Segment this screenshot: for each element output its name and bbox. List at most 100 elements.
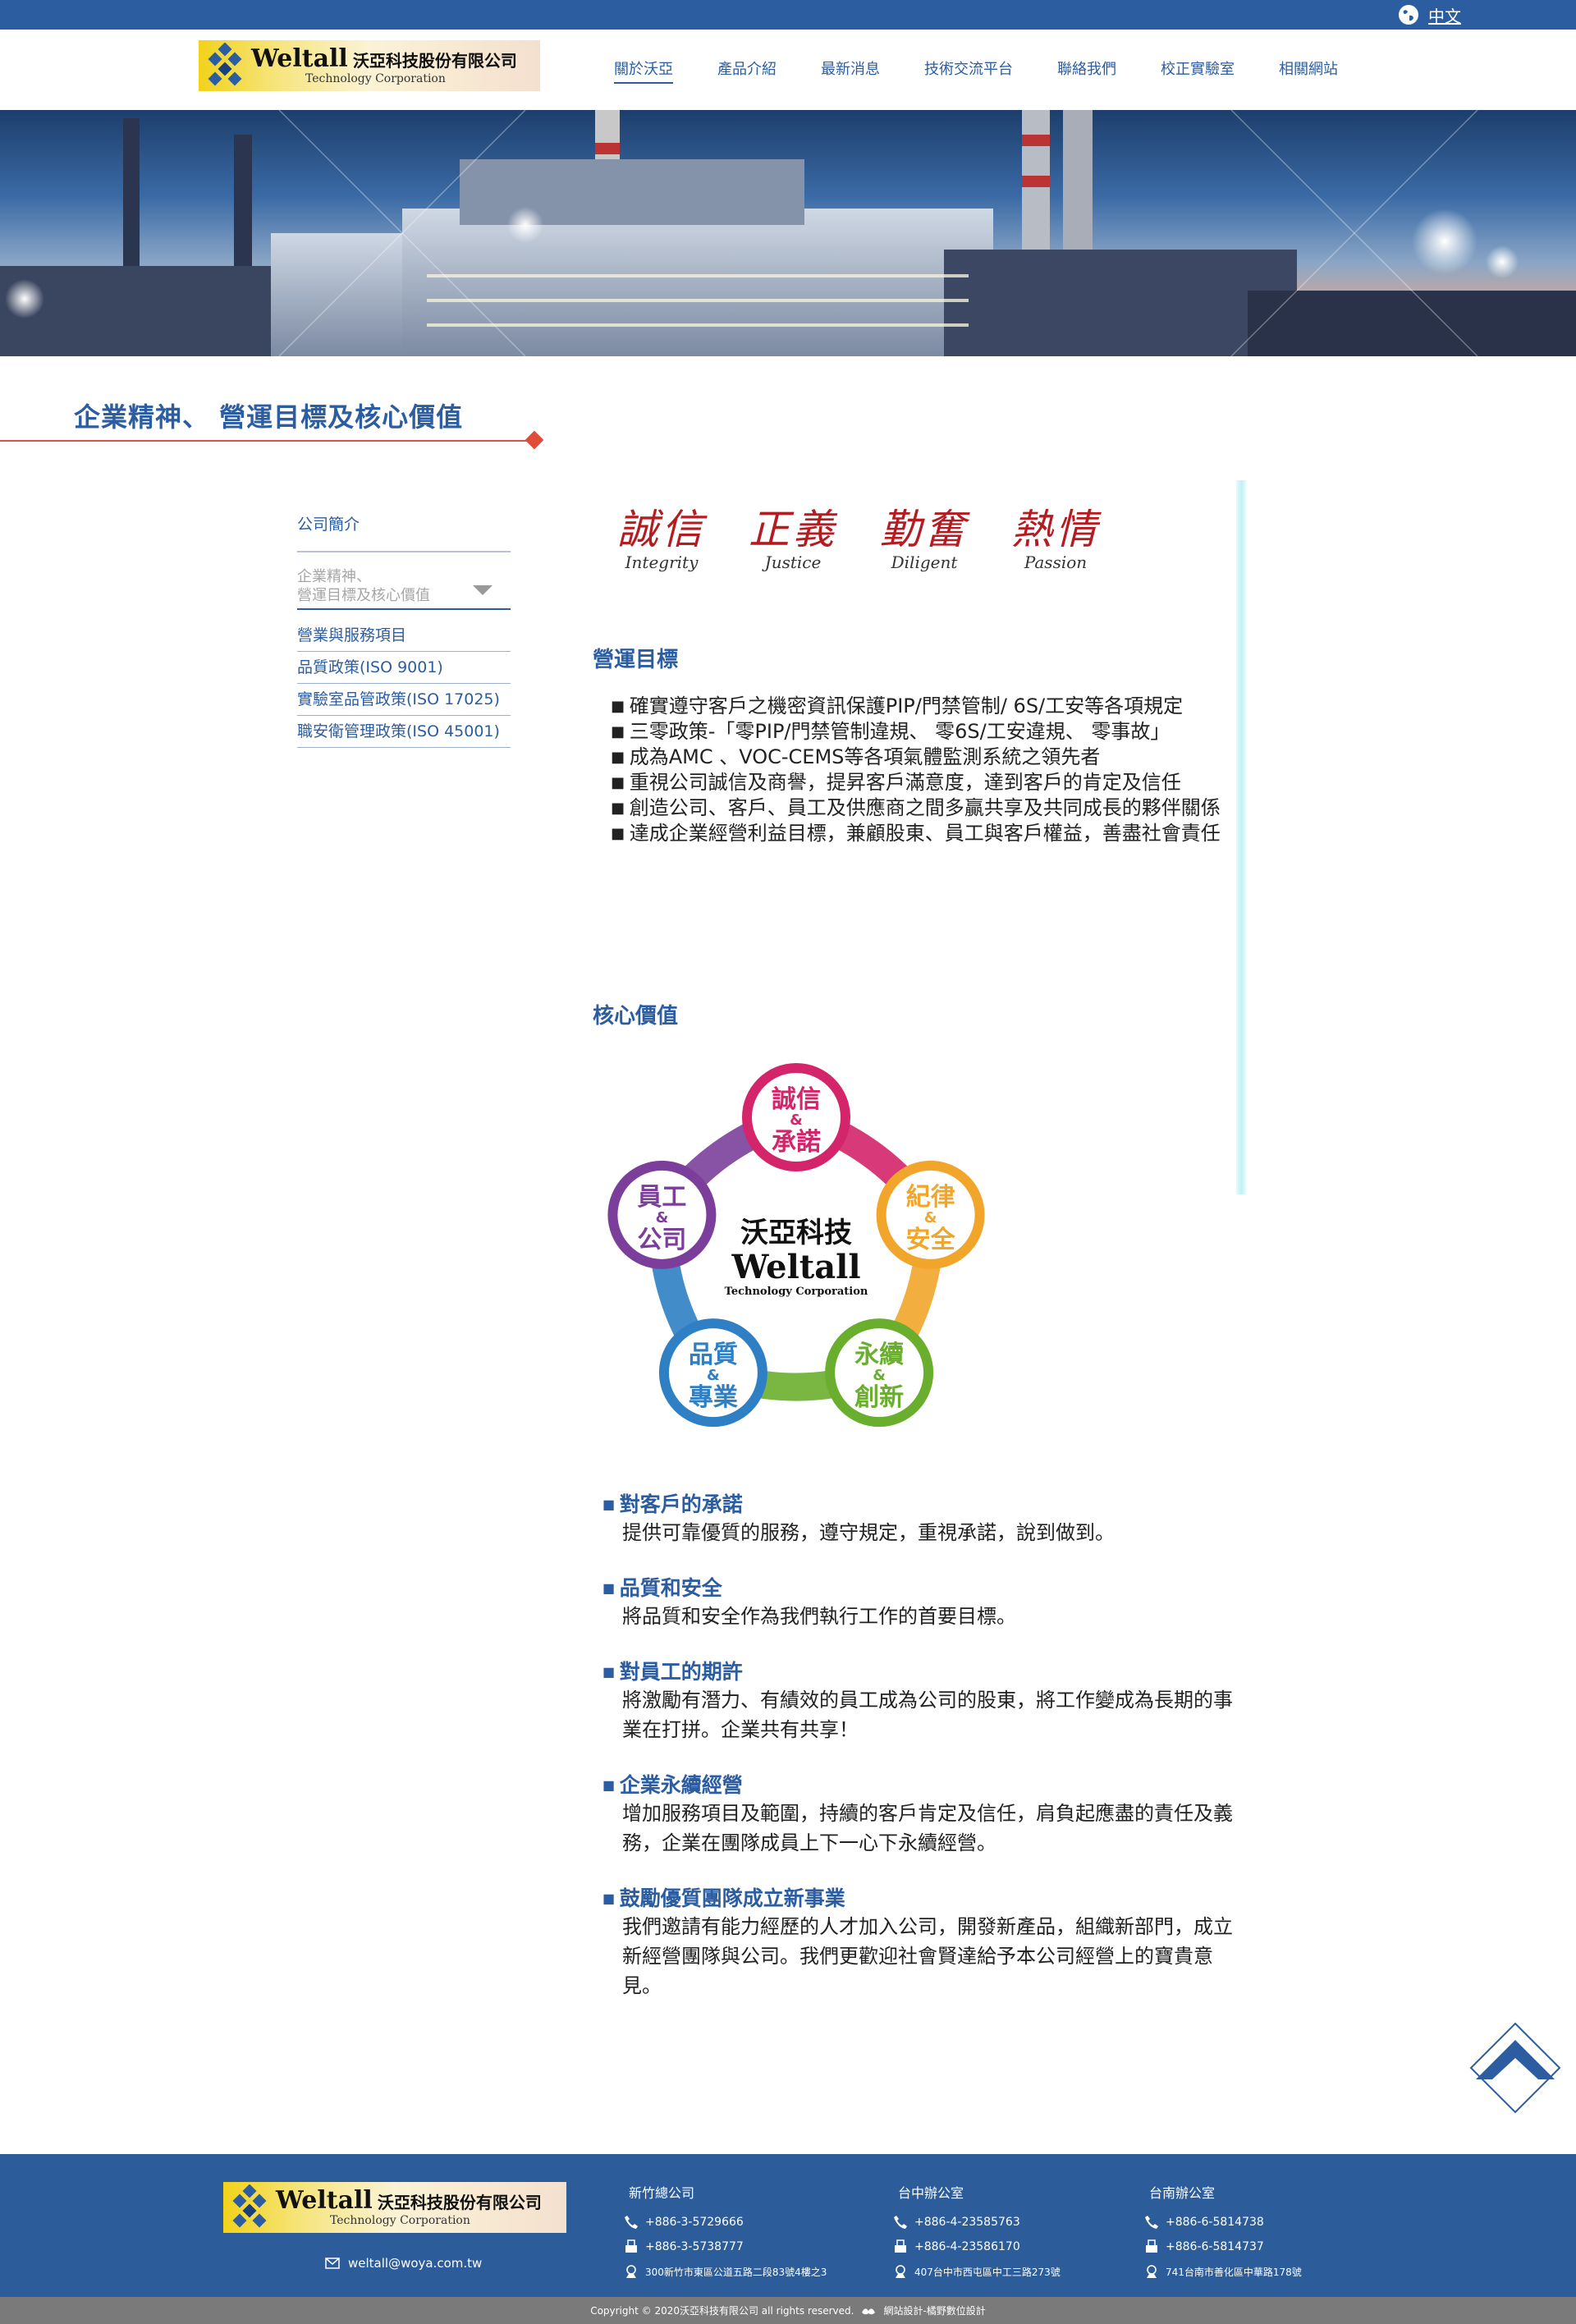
logo-chinese-name: 沃亞科技股份有限公司 — [352, 51, 517, 71]
cycle-node-top-label: 員工 — [637, 1183, 686, 1212]
office-address: 741台南市善化區中華路178號 — [1144, 2259, 1302, 2284]
location-icon — [1147, 2265, 1157, 2278]
cycle-node-amp: & — [790, 1112, 803, 1129]
language-label[interactable]: 中文 — [1428, 3, 1461, 27]
value-cn: 正義 — [749, 506, 837, 553]
office-phone[interactable]: +886-3-5729666 — [624, 2210, 827, 2235]
office-phone[interactable]: +886-4-23585763 — [893, 2210, 1061, 2235]
core-values-cycle-diagram: 誠信&承諾紀律&安全永續&創新品質&專業員工&公司 沃亞科技WeltallTech… — [607, 1063, 985, 1428]
nav-item-calibration-lab[interactable]: 校正實驗室 — [1161, 57, 1235, 84]
core-values-heading: 核心價值 — [593, 1004, 679, 1029]
phone-icon — [625, 2216, 638, 2229]
office-phone[interactable]: +886-6-5814738 — [1144, 2210, 1302, 2235]
sidebar-item-corporate-spirit[interactable]: 企業精神、 營運目標及核心價值 — [297, 567, 511, 610]
globe-icon — [1399, 5, 1418, 25]
copyright-text: Copyright © 2020沃亞科技有限公司 all rights rese… — [590, 2305, 854, 2317]
office-name: 台南辦公室 — [1149, 2185, 1216, 2201]
email-address[interactable]: weltall@woya.com.tw — [348, 2256, 482, 2271]
sidebar-item-company-intro[interactable]: 公司簡介 — [297, 509, 511, 552]
location-icon — [896, 2265, 905, 2278]
sidebar-item-label-line1: 企業精神、 — [297, 568, 371, 585]
main-nav: 關於沃亞 產品介紹 最新消息 技術交流平台 聯絡我們 校正實驗室 相關網站 — [614, 57, 1382, 84]
phone-number: +886-3-5729666 — [645, 2216, 744, 2229]
office-fax: +886-4-23586170 — [893, 2235, 1061, 2259]
value-en: Passion — [1024, 552, 1088, 572]
nav-item-news[interactable]: 最新消息 — [821, 57, 880, 84]
cycle-center-cn: 沃亞科技 — [740, 1217, 852, 1249]
values-banner: 誠信 Integrity 正義 Justice 勤奮 Diligent 熱情 P… — [617, 505, 1100, 572]
cycle-node-bottom-label: 創新 — [854, 1383, 904, 1412]
cycle-node-top-label: 紀律 — [906, 1183, 955, 1212]
fax-icon — [1146, 2239, 1157, 2253]
logo-english-name: Weltall — [276, 2186, 373, 2215]
sidebar-item-iso45001[interactable]: 職安衛管理政策(ISO 45001) — [297, 716, 511, 748]
sidebar-item-iso9001[interactable]: 品質政策(ISO 9001) — [297, 652, 511, 684]
address-text: 300新竹市東區公道五路二段83號4樓之3 — [645, 2266, 827, 2278]
value-justice: 正義 Justice — [749, 505, 837, 572]
site-logo[interactable]: Weltall 沃亞科技股份有限公司 Technology Corporatio… — [199, 40, 540, 91]
list-item: 創造公司、客戶、員工及供應商之間多贏共享及共同成長的夥伴關係 — [593, 797, 1241, 819]
office-fax: +886-6-5814737 — [1144, 2235, 1302, 2259]
logo-subtitle: Technology Corporation — [305, 72, 446, 85]
cycle-center-en: Weltall — [731, 1248, 860, 1286]
commitments-list: 對客戶的承諾 提供可靠優質的服務，遵守規定，重視承諾，說到做到。 品質和安全 將… — [602, 1492, 1243, 2028]
sidebar-menu: 公司簡介 企業精神、 營運目標及核心價值 營業與服務項目 品質政策(ISO 90… — [297, 509, 511, 748]
nav-item-products[interactable]: 產品介紹 — [717, 57, 777, 84]
cycle-node-top-label: 永續 — [854, 1341, 904, 1369]
office-name: 台中辦公室 — [898, 2185, 964, 2201]
address-text: 741台南市善化區中華路178號 — [1166, 2266, 1302, 2278]
list-item: 品質和安全 將品質和安全作為我們執行工作的首要目標。 — [602, 1575, 1243, 1631]
fax-number: +886-4-23586170 — [914, 2240, 1020, 2253]
phone-number: +886-4-23585763 — [914, 2216, 1020, 2229]
factory-skyline-image — [0, 110, 1576, 356]
office-fax: +886-3-5738777 — [624, 2235, 827, 2259]
cycle-node-bottom-label: 承諾 — [772, 1128, 821, 1157]
goals-heading: 營運目標 — [593, 648, 679, 672]
mail-icon — [325, 2258, 340, 2269]
nav-item-related-sites[interactable]: 相關網站 — [1279, 57, 1338, 84]
nav-item-tech-exchange[interactable]: 技術交流平台 — [924, 57, 1013, 84]
designer-logo-icon — [862, 2308, 876, 2314]
commitment-body: 提供可靠優質的服務，遵守規定，重視承諾，說到做到。 — [622, 1521, 1115, 1544]
list-item: 重視公司誠信及商譽，提昇客戶滿意度，達到客戶的肯定及信任 — [593, 772, 1241, 794]
value-cn: 勤奮 — [880, 506, 969, 553]
designer-credit[interactable]: 網站設計-橘野數位設計 — [883, 2303, 985, 2317]
list-item: 對員工的期許 將激勵有潛力、有績效的員工成為公司的股東，將工作變成為長期的事業在… — [602, 1659, 1243, 1744]
sidebar-item-services[interactable]: 營業與服務項目 — [297, 620, 511, 652]
list-item: 企業永續經營 增加服務項目及範圍，持續的客戶肯定及信任，肩負起應盡的責任及義務，… — [602, 1772, 1243, 1858]
commitment-body: 增加服務項目及範圍，持續的客戶肯定及信任，肩負起應盡的責任及義務，企業在團隊成員… — [622, 1802, 1233, 1854]
sidebar-item-iso17025[interactable]: 實驗室品管政策(ISO 17025) — [297, 684, 511, 716]
office-name: 新竹總公司 — [629, 2185, 695, 2201]
list-item: 三零政策-「零PIP/門禁管制違規、 零6S/工安違規、 零事故」 — [593, 721, 1241, 743]
cycle-node-amp: & — [707, 1367, 720, 1384]
location-icon — [626, 2265, 636, 2278]
fax-number: +886-3-5738777 — [645, 2240, 744, 2253]
list-item: 達成企業經營利益目標，兼顧股東、員工與客戶權益，善盡社會責任 — [593, 823, 1241, 845]
cycle-node-bottom-label: 安全 — [906, 1226, 956, 1254]
commitment-title: 鼓勵優質團隊成立新事業 — [602, 1886, 1243, 1912]
logo-subtitle: Technology Corporation — [330, 2214, 470, 2227]
commitment-title: 對客戶的承諾 — [602, 1492, 1243, 1518]
cycle-node-amp: & — [924, 1209, 937, 1226]
value-cn: 誠信 — [617, 506, 706, 553]
value-en: Justice — [764, 552, 822, 572]
chevron-down-icon — [473, 585, 492, 595]
title-underline — [0, 440, 534, 442]
back-to-top-icon[interactable] — [1469, 2022, 1561, 2114]
nav-item-contact[interactable]: 聯絡我們 — [1057, 57, 1116, 84]
list-item: 鼓勵優質團隊成立新事業 我們邀請有能力經歷的人才加入公司，開發新產品，組織新部門… — [602, 1886, 1243, 2001]
office-taichung: 台中辦公室 +886-4-23585763 +886-4-23586170 40… — [893, 2182, 1061, 2284]
logo-diamond-icon — [232, 2184, 267, 2228]
cycle-node-bottom-label: 公司 — [637, 1226, 686, 1254]
commitment-body: 將品質和安全作為我們執行工作的首要目標。 — [622, 1605, 1016, 1628]
list-item: 確實遵守客戶之機密資訊保護PIP/門禁管制/ 6S/工安等各項規定 — [593, 695, 1241, 717]
cycle-node-bottom-label: 專業 — [689, 1383, 738, 1412]
commitment-body: 將激勵有潛力、有績效的員工成為公司的股東，將工作變成為長期的事業在打拼。企業共有… — [622, 1689, 1233, 1741]
office-address: 300新竹市東區公道五路二段83號4樓之3 — [624, 2259, 827, 2284]
language-switch[interactable]: 中文 — [1397, 3, 1461, 26]
footer-email[interactable]: weltall@woya.com.tw — [325, 2256, 482, 2271]
nav-item-about[interactable]: 關於沃亞 — [614, 57, 673, 84]
list-item: 對客戶的承諾 提供可靠優質的服務，遵守規定，重視承諾，說到做到。 — [602, 1492, 1243, 1547]
title-diamond-icon — [525, 430, 544, 450]
footer-logo[interactable]: Weltall 沃亞科技股份有限公司 Technology Corporatio… — [223, 2182, 566, 2233]
